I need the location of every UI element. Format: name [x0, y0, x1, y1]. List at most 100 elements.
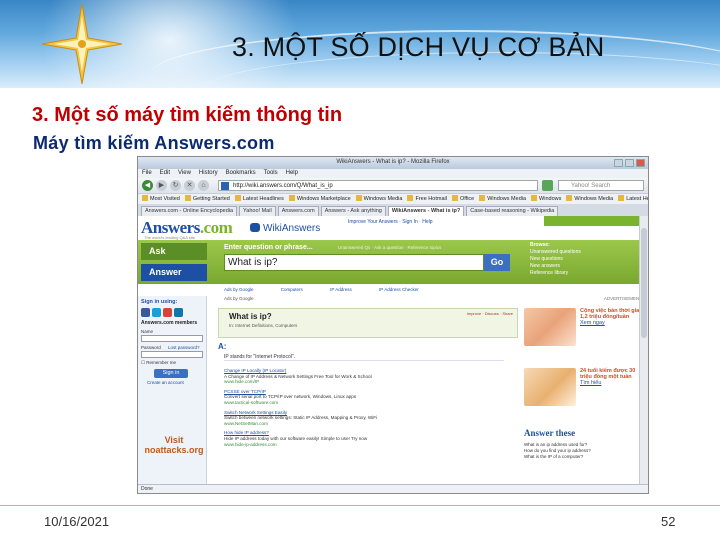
browser-tab[interactable]: Answers - Ask anything — [320, 206, 386, 216]
bookmark-item[interactable]: Windows — [531, 194, 561, 204]
question-box: What is ip? In: Internet Definitions, Co… — [218, 308, 518, 338]
back-icon[interactable]: ◀ — [142, 180, 153, 191]
bookmark-item[interactable]: Most Visited — [142, 194, 180, 204]
bookmarks-toolbar: Most Visited Getting Started Latest Head… — [138, 193, 648, 204]
bookmark-item[interactable]: Windows Marketplace — [289, 194, 351, 204]
browse-link[interactable]: Unanswered questions — [530, 249, 645, 256]
menu-help[interactable]: Help — [286, 169, 298, 178]
browse-link[interactable]: New answers — [530, 263, 645, 270]
browser-titlebar: WikiAnswers - What is ip? - Mozilla Fire… — [138, 157, 648, 169]
ad-photo-2[interactable] — [524, 368, 576, 406]
create-account-link[interactable]: Create an account — [138, 380, 206, 385]
ad-text-2[interactable]: 24 tuổi kiếm được 30 triệu đồng một tuần… — [580, 368, 644, 387]
signin-button[interactable]: Sign in — [154, 369, 188, 378]
ad-header: ADVERTISEMENT — [603, 296, 642, 301]
enter-question-label: Enter question or phrase... — [224, 244, 313, 251]
result-url[interactable]: www.tactical-software.com — [224, 400, 504, 406]
result-item: How hide IP address? Hide IP address tod… — [224, 430, 504, 447]
webpage: Answers.com The world's leading Q&A site… — [138, 216, 648, 485]
menu-edit[interactable]: Edit — [160, 169, 170, 178]
minimize-icon[interactable] — [614, 159, 623, 167]
result-url[interactable]: www.hide-ip-address.com — [224, 442, 504, 448]
go-arrow-icon[interactable] — [542, 180, 553, 191]
google-icon[interactable] — [163, 308, 172, 317]
facebook-icon[interactable] — [141, 308, 150, 317]
menu-history[interactable]: History — [199, 169, 218, 178]
question-input[interactable]: What is ip? — [224, 254, 484, 271]
sub-link[interactable]: IP Address — [330, 287, 352, 292]
name-field: Name — [141, 329, 203, 342]
password-field: Password Lost password? — [141, 345, 203, 358]
bookmark-item[interactable]: Office — [452, 194, 474, 204]
answer-these-heading: Answer these — [524, 428, 576, 438]
menu-view[interactable]: View — [178, 169, 191, 178]
password-input[interactable] — [141, 351, 203, 358]
browser-statusbar: Done — [138, 484, 648, 493]
tab-ask[interactable]: Ask — [141, 243, 207, 260]
twitter-icon[interactable] — [152, 308, 161, 317]
visit-ad[interactable]: Visit noattacks.org — [144, 435, 204, 455]
page-scrollbar[interactable] — [639, 216, 648, 485]
browser-tab[interactable]: Yahoo! Mail — [239, 206, 276, 216]
enter-question-links[interactable]: Unanswered Qs · Ask a question · Referen… — [338, 245, 441, 250]
scrollbar-thumb[interactable] — [641, 228, 647, 338]
question-category[interactable]: In: Internet Definitions, Computers — [229, 323, 297, 328]
top-links[interactable]: Improve Your Answers · Sign In · Help — [348, 219, 433, 225]
result-item: Change IP Locally (IP Locator) A Change … — [224, 368, 504, 385]
bookmark-item[interactable]: Free Hotmail — [407, 194, 446, 204]
result-url[interactable]: www.hide.com/IP — [224, 379, 504, 385]
sub-link[interactable]: IP Address Checker — [379, 287, 419, 292]
ask-answer-tabs: Ask Answer — [141, 243, 207, 281]
result-url[interactable]: www.NetSetMan.com — [224, 421, 504, 427]
browser-tab-active[interactable]: WikiAnswers - What is ip? — [387, 206, 465, 216]
ad-text-1[interactable]: Cộng việc bán thời gian 1,2 triệu đồng/t… — [580, 308, 644, 327]
browser-tab[interactable]: Answers.com — [277, 206, 319, 216]
tab-answer[interactable]: Answer — [141, 264, 207, 281]
ad-photo-1[interactable] — [524, 308, 576, 346]
maximize-icon[interactable] — [625, 159, 634, 167]
menu-bookmarks[interactable]: Bookmarks — [226, 169, 256, 178]
slide-page-number: 52 — [661, 514, 676, 529]
menu-file[interactable]: File — [142, 169, 152, 178]
bookmark-item[interactable]: Windows Media — [356, 194, 403, 204]
question-title: What is ip? — [229, 312, 272, 321]
reload-icon[interactable]: ↻ — [170, 180, 181, 191]
linkedin-icon[interactable] — [174, 308, 183, 317]
signin-sidebar: Sign in using: Answers.com members Name … — [138, 296, 207, 485]
name-input[interactable] — [141, 335, 203, 342]
answer-these-item[interactable]: What is the IP of a computer? — [524, 454, 642, 460]
browser-search-box[interactable]: Yahoo! Search — [558, 180, 644, 191]
bookmark-item[interactable]: Windows Media — [566, 194, 613, 204]
wikianswers-logo[interactable]: WikiAnswers — [250, 223, 320, 234]
menu-tools[interactable]: Tools — [264, 169, 278, 178]
bookmark-item[interactable]: Latest Headlines — [618, 194, 648, 204]
ad2-link[interactable]: Tìm hiểu — [580, 380, 644, 386]
browse-link[interactable]: New questions — [530, 256, 645, 263]
forward-icon[interactable]: ▶ — [156, 180, 167, 191]
logo-suffix: .com — [199, 218, 233, 237]
ad-sidebar: ADVERTISEMENT Cộng việc bán thời gian 1,… — [522, 296, 646, 485]
browser-navbar: ◀ ▶ ↻ ✕ ⌂ http://wiki.answers.com/Q/What… — [138, 178, 648, 193]
remember-me-checkbox[interactable]: ☐ Remember me — [138, 360, 206, 366]
bookmark-item[interactable]: Windows Media — [479, 194, 526, 204]
ad1-link[interactable]: Xem ngay — [580, 320, 644, 326]
go-button[interactable]: Go — [484, 254, 510, 271]
sub-link: Ads by Google — [224, 287, 254, 292]
close-icon[interactable] — [636, 159, 645, 167]
home-icon[interactable]: ⌂ — [198, 180, 209, 191]
sub-link[interactable]: Computers — [281, 287, 303, 292]
bookmark-item[interactable]: Getting Started — [185, 194, 230, 204]
url-text: http://wiki.answers.com/Q/What_is_ip — [233, 183, 333, 189]
url-bar[interactable]: http://wiki.answers.com/Q/What_is_ip — [218, 180, 538, 191]
question-actions[interactable]: Improve · Discuss · Share — [467, 311, 513, 316]
browser-tab[interactable]: Answers.com - Online Encyclopedia — [141, 206, 238, 216]
browse-link[interactable]: Reference library — [530, 270, 645, 277]
member-heading: Answers.com members — [141, 320, 198, 326]
stop-icon[interactable]: ✕ — [184, 180, 195, 191]
result-item: Switch Network Settings Easily Switch be… — [224, 410, 504, 427]
browser-menubar: File Edit View History Bookmarks Tools H… — [138, 169, 648, 178]
forgot-password-link[interactable]: Lost password? — [168, 345, 200, 350]
window-controls — [614, 159, 645, 167]
bookmark-item[interactable]: Latest Headlines — [235, 194, 284, 204]
browser-tab[interactable]: Case-based reasoning - Wikipedia — [466, 206, 559, 216]
